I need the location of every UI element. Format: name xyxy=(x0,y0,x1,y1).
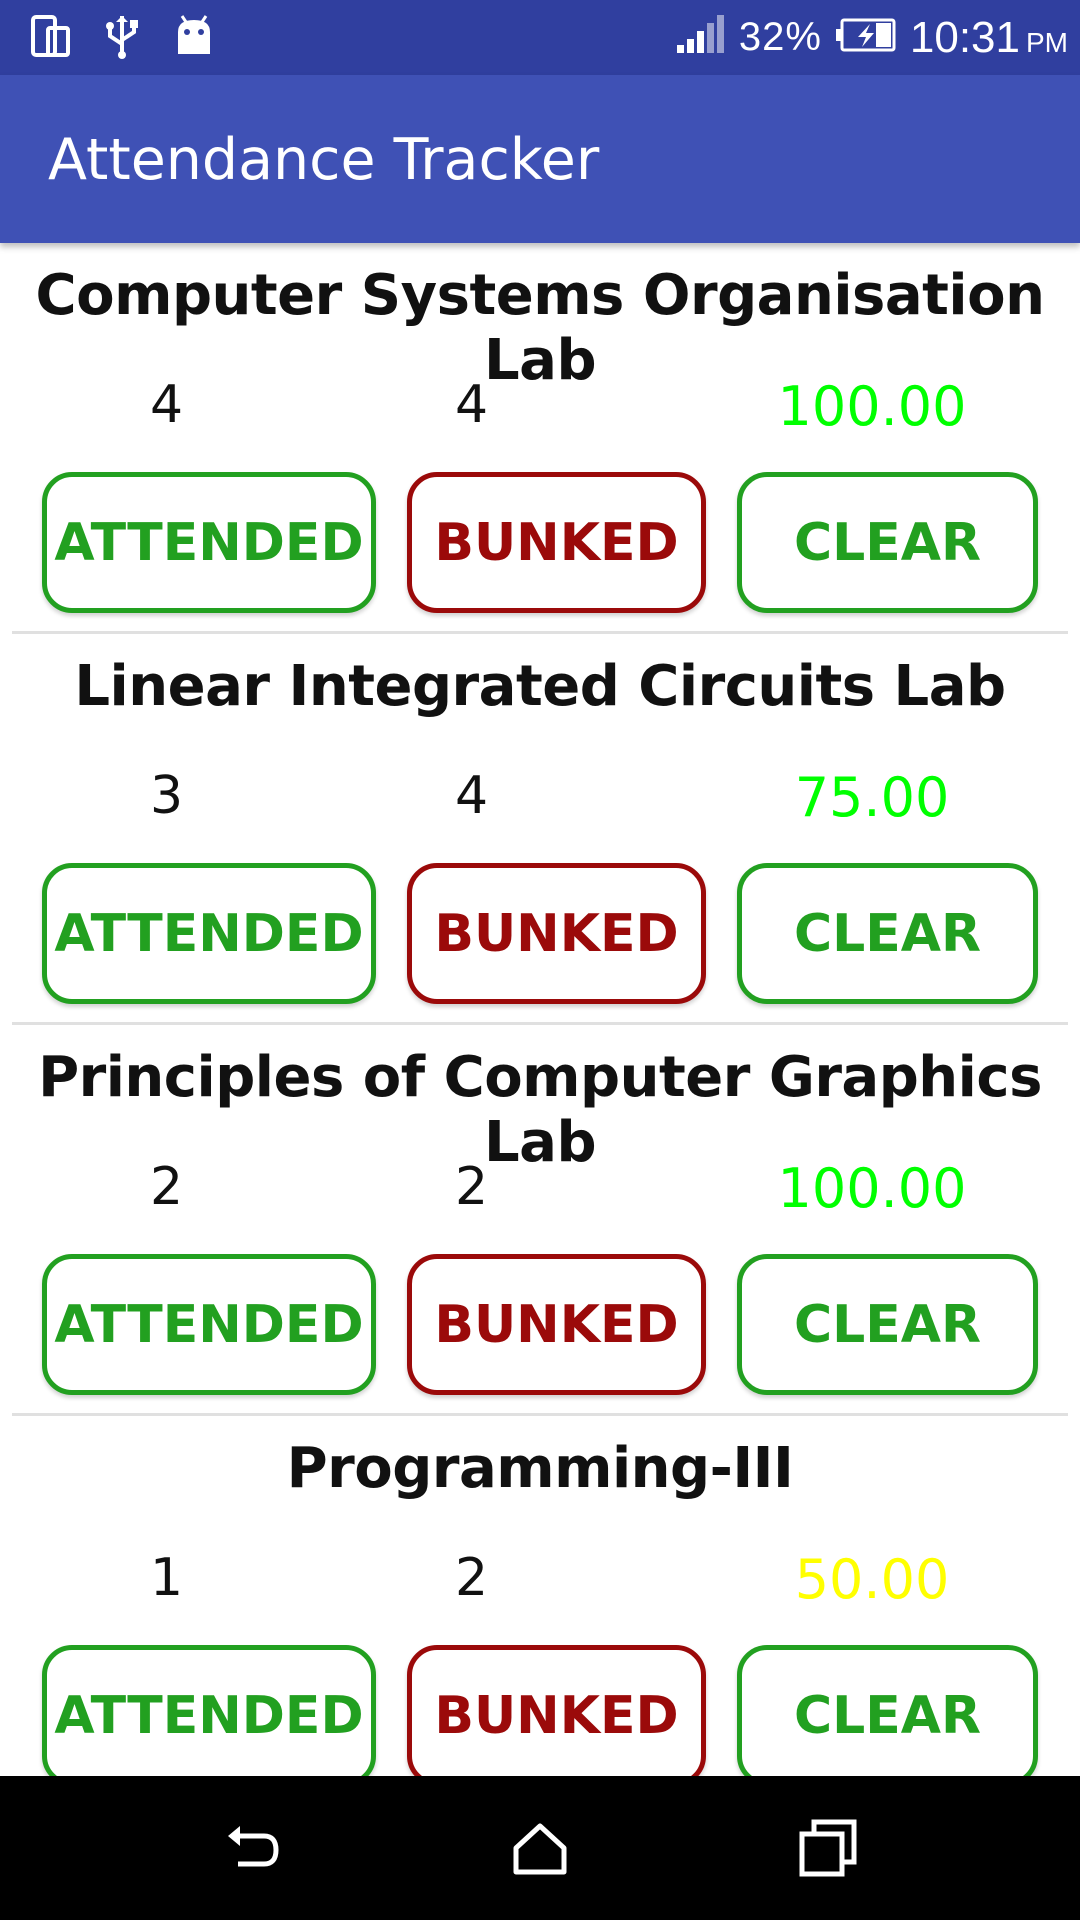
usb-icon xyxy=(104,14,140,65)
subject-card: Computer Systems Organisation Lab 4 4 10… xyxy=(12,243,1068,634)
attended-count: 1 xyxy=(150,1548,184,1608)
recents-icon[interactable] xyxy=(796,1816,860,1880)
status-bar: 32% 10:31 PM xyxy=(0,0,1080,75)
app-title: Attendance Tracker xyxy=(48,127,600,193)
subject-name: Linear Integrated Circuits Lab xyxy=(74,654,1006,719)
home-icon[interactable] xyxy=(508,1816,572,1880)
clock: 10:31 PM xyxy=(910,13,1068,63)
subject-list[interactable]: Computer Systems Organisation Lab 4 4 10… xyxy=(12,243,1068,1776)
clear-button[interactable]: CLEAR xyxy=(737,863,1038,1004)
attended-count: 3 xyxy=(150,766,184,826)
attendance-percent: 50.00 xyxy=(794,1548,950,1611)
back-icon[interactable] xyxy=(220,1816,284,1880)
subject-card: Programming-III 1 2 50.00 ATTENDED BUNKE… xyxy=(12,1416,1068,1776)
clock-ampm: PM xyxy=(1026,26,1068,58)
attended-button[interactable]: ATTENDED xyxy=(42,472,376,613)
clock-time: 10:31 xyxy=(909,12,1020,62)
attendance-percent: 75.00 xyxy=(794,766,950,829)
clear-button[interactable]: CLEAR xyxy=(737,1645,1038,1776)
total-count: 4 xyxy=(455,766,489,826)
android-debug-icon xyxy=(174,14,214,63)
attended-button[interactable]: ATTENDED xyxy=(42,1254,376,1395)
status-right-group: 32% 10:31 PM xyxy=(675,0,1068,75)
subject-card: Linear Integrated Circuits Lab 3 4 75.00… xyxy=(12,634,1068,1025)
attended-count: 4 xyxy=(150,375,184,435)
bunked-button[interactable]: BUNKED xyxy=(407,1254,706,1395)
navigation-bar xyxy=(0,1776,1080,1920)
clear-button[interactable]: CLEAR xyxy=(737,472,1038,613)
screen-rotation-icon xyxy=(30,14,72,65)
attendance-percent: 100.00 xyxy=(777,375,967,438)
total-count: 2 xyxy=(455,1157,489,1217)
attended-count: 2 xyxy=(150,1157,184,1217)
battery-percent: 32% xyxy=(738,15,822,59)
bunked-button[interactable]: BUNKED xyxy=(407,472,706,613)
clear-button[interactable]: CLEAR xyxy=(737,1254,1038,1395)
signal-icon xyxy=(675,15,725,60)
attendance-percent: 100.00 xyxy=(777,1157,967,1220)
bunked-button[interactable]: BUNKED xyxy=(407,863,706,1004)
subject-name: Programming-III xyxy=(286,1436,794,1501)
total-count: 2 xyxy=(455,1548,489,1608)
subject-card: Principles of Computer Graphics Lab 2 2 … xyxy=(12,1025,1068,1416)
app-bar: Attendance Tracker xyxy=(0,75,1080,243)
battery-charging-icon xyxy=(835,18,896,57)
total-count: 4 xyxy=(455,375,489,435)
bunked-button[interactable]: BUNKED xyxy=(407,1645,706,1776)
subject-name: Computer Systems Organisation Lab xyxy=(35,263,1045,393)
attended-button[interactable]: ATTENDED xyxy=(42,863,376,1004)
subject-name: Principles of Computer Graphics Lab xyxy=(38,1045,1042,1175)
attended-button[interactable]: ATTENDED xyxy=(42,1645,376,1776)
